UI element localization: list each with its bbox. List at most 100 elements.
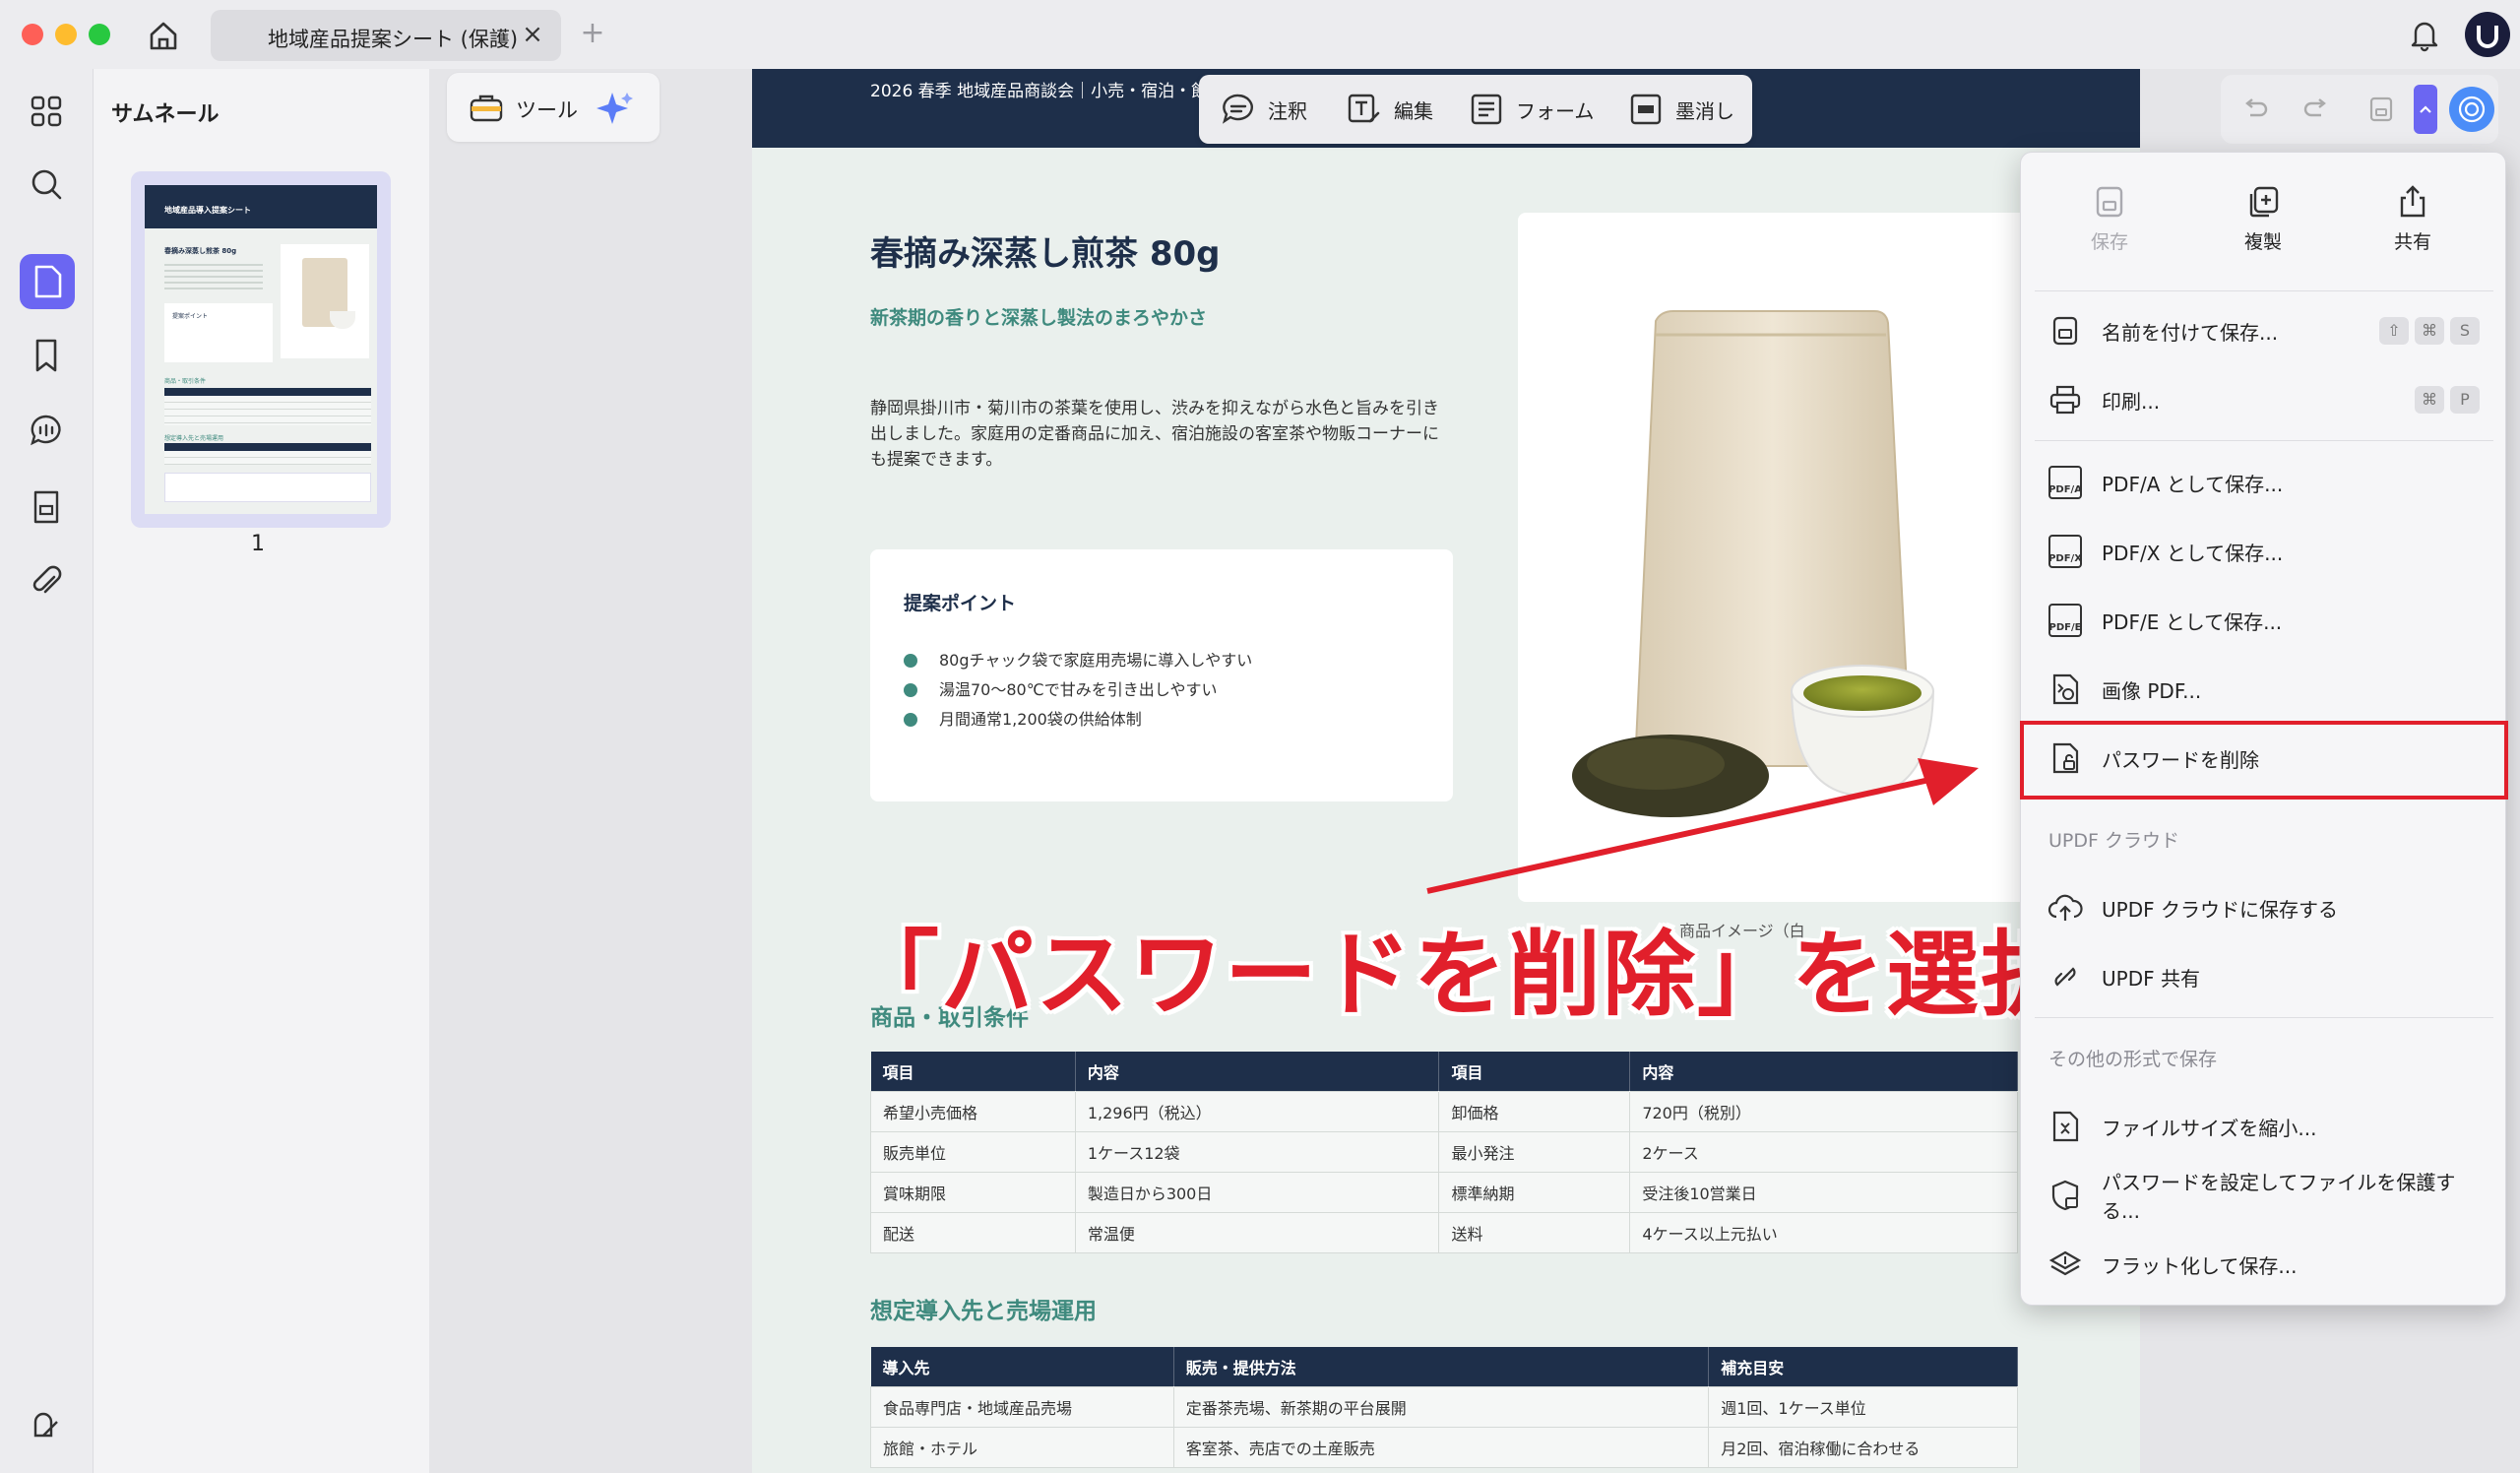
table-row: 賞味期限 製造日から300日 標準納期 受注後10営業日	[870, 1171, 2018, 1213]
menu-item-pdfx[interactable]: PDF/X PDF/X として保存...	[2035, 519, 2493, 584]
page-header-text: 2026 春季 地域産品商談会｜小売・宿泊・飲食	[870, 82, 1226, 101]
table-header-cell: 項目	[870, 1052, 1076, 1091]
menu-divider	[2035, 440, 2493, 441]
redo-icon[interactable]	[2300, 93, 2333, 126]
thumbnail-panel-title: サムネール	[111, 102, 220, 127]
proposal-point: 湯温70〜80℃で甘みを引き出しやすい	[904, 675, 1252, 705]
thumb-points-title: 提案ポイント	[172, 313, 209, 320]
link-icon	[2047, 958, 2084, 995]
shortcut-keys: ⇧ ⌘ S	[2379, 317, 2480, 345]
bell-icon[interactable]	[2406, 16, 2443, 53]
zoom-window-button[interactable]	[89, 24, 110, 45]
table-row: 食品専門店・地域産品売場 定番茶売場、新茶期の平台展開 週1回、1ケース単位	[870, 1385, 2018, 1428]
table-row: 配送 常温便 送料 4ケース以上元払い	[870, 1211, 2018, 1253]
menu-item-updf-share[interactable]: UPDF 共有	[2035, 944, 2493, 1009]
bookmark-icon[interactable]	[26, 335, 67, 376]
toolbox-icon[interactable]	[469, 91, 504, 128]
image-pdf-icon	[2047, 671, 2084, 708]
menu-divider	[2035, 290, 2493, 291]
highlight-box-remove-password	[2020, 721, 2508, 800]
quick-save-label: 保存	[2090, 231, 2128, 253]
menu-item-label: PDF/X として保存...	[2102, 541, 2284, 565]
table-header-cell: 補充目安	[1708, 1347, 2018, 1386]
home-icon[interactable]	[144, 16, 183, 55]
undo-icon[interactable]	[2238, 93, 2272, 126]
quick-save-button[interactable]: 保存	[2050, 182, 2169, 281]
bullet-icon	[904, 713, 917, 727]
menu-item-protect[interactable]: パスワードを設定してファイルを保護する...	[2035, 1163, 2493, 1228]
close-window-button[interactable]	[22, 24, 43, 45]
tool-form[interactable]: フォーム	[1469, 75, 1594, 144]
compress-icon	[2047, 1108, 2084, 1145]
quick-share-label: 共有	[2393, 231, 2431, 253]
title-bar: 地域産品提案シート (保護) × +	[0, 0, 2520, 69]
menu-item-label: UPDF クラウドに保存する	[2102, 897, 2338, 922]
document-tab[interactable]: 地域産品提案シート (保護) ×	[211, 10, 561, 61]
table-cell: 受注後10営業日	[1629, 1171, 2018, 1213]
proposal-point: 80gチャック袋で家庭用売場に導入しやすい	[904, 646, 1252, 675]
tool-comment[interactable]: 注釈	[1221, 75, 1307, 144]
thumb-text-lines	[164, 264, 263, 291]
minimize-window-button[interactable]	[55, 24, 77, 45]
grid-icon[interactable]	[26, 91, 67, 132]
menu-item-save-as[interactable]: 名前を付けて保存... ⇧ ⌘ S	[2035, 298, 2493, 363]
table-cell: 配送	[870, 1211, 1076, 1253]
new-tab-button[interactable]: +	[575, 16, 610, 51]
menu-divider	[2035, 1017, 2493, 1018]
table-header-cell: 項目	[1438, 1052, 1631, 1091]
table-cell: 送料	[1438, 1211, 1631, 1253]
left-tool-rail	[0, 69, 93, 1473]
menu-item-pdfa[interactable]: PDF/A PDF/A として保存...	[2035, 450, 2493, 515]
search-icon[interactable]	[26, 163, 67, 205]
thumb-header-text: 地域産品導入提案シート	[164, 206, 251, 215]
table-header-row: 項目 内容 項目 内容	[870, 1052, 2018, 1091]
quick-duplicate-button[interactable]: 複製	[2204, 182, 2322, 281]
ai-sparkle-icon[interactable]	[595, 91, 634, 130]
placement-table: 導入先 販売・提供方法 補充目安 食品専門店・地域産品売場 定番茶売場、新茶期の平…	[870, 1347, 2018, 1468]
tab-close-icon[interactable]: ×	[518, 20, 547, 49]
table-cell: 1,296円（税込）	[1074, 1090, 1440, 1132]
quick-share-button[interactable]: 共有	[2354, 182, 2472, 281]
edit-tool-icon	[1348, 94, 1380, 123]
chevron-up-icon[interactable]	[2414, 85, 2437, 134]
menu-item-flatten[interactable]: フラット化して保存...	[2035, 1232, 2493, 1297]
product-description: 静岡県掛川市・菊川市の茶葉を使用し、渋みを抑えながら水色と旨みを引き出しました。…	[870, 399, 1439, 470]
ai-assistant-icon[interactable]	[2449, 87, 2494, 132]
tools-button-label[interactable]: ツール	[516, 95, 578, 124]
cloud-upload-icon	[2047, 889, 2084, 927]
quick-duplicate-label: 複製	[2243, 231, 2282, 253]
menu-item-reduce-size[interactable]: ファイルサイズを縮小...	[2035, 1094, 2493, 1159]
tool-edit[interactable]: 編集	[1347, 75, 1433, 144]
updf-logo-icon[interactable]	[26, 1404, 67, 1445]
menu-item-label: フラット化して保存...	[2102, 1253, 2298, 1278]
thumb-section2: 想定導入先と売場運用	[164, 435, 224, 442]
thumb-table2-header	[164, 443, 371, 451]
thumbnail-view-icon[interactable]	[20, 254, 75, 309]
tool-redact-label: 墨消し	[1675, 98, 1734, 123]
terms-table: 項目 内容 項目 内容 希望小売価格 1,296円（税込） 卸価格 720円（税別） …	[870, 1052, 2018, 1253]
table-row: 希望小売価格 1,296円（税込） 卸価格 720円（税別）	[870, 1090, 2018, 1132]
account-avatar[interactable]	[2465, 12, 2510, 57]
thumb-footer-box	[164, 473, 371, 502]
menu-item-print[interactable]: 印刷... ⌘ P	[2035, 367, 2493, 432]
menu-item-image-pdf[interactable]: 画像 PDF...	[2035, 657, 2493, 722]
thumb-table1-header	[164, 388, 371, 396]
save-disk-icon[interactable]	[2364, 93, 2398, 126]
duplicate-icon	[2243, 182, 2283, 222]
table-cell: 製造日から300日	[1074, 1171, 1440, 1213]
comment-icon[interactable]	[26, 410, 67, 451]
attachment-icon[interactable]	[26, 561, 67, 603]
menu-item-label: UPDF 共有	[2102, 966, 2200, 991]
thumb-product-title: 春摘み深蒸し煎茶 80g	[164, 247, 237, 255]
page-thumbnail-selected[interactable]: 地域産品導入提案シート 春摘み深蒸し煎茶 80g 提案ポイント 商品・取引条件 …	[131, 171, 391, 528]
shortcut-key: S	[2450, 317, 2480, 345]
tool-redact[interactable]: 墨消し	[1628, 75, 1734, 144]
table-cell: 常温便	[1074, 1211, 1440, 1253]
menu-item-label: ファイルサイズを縮小...	[2102, 1116, 2317, 1140]
form-document-icon[interactable]	[26, 486, 67, 528]
table-cell: 4ケース以上元払い	[1629, 1211, 2018, 1253]
table-header-cell: 内容	[1629, 1052, 2018, 1091]
menu-item-label: 画像 PDF...	[2102, 678, 2202, 703]
menu-item-cloud-save[interactable]: UPDF クラウドに保存する	[2035, 875, 2493, 940]
menu-item-pdfe[interactable]: PDF/E PDF/E として保存...	[2035, 588, 2493, 653]
